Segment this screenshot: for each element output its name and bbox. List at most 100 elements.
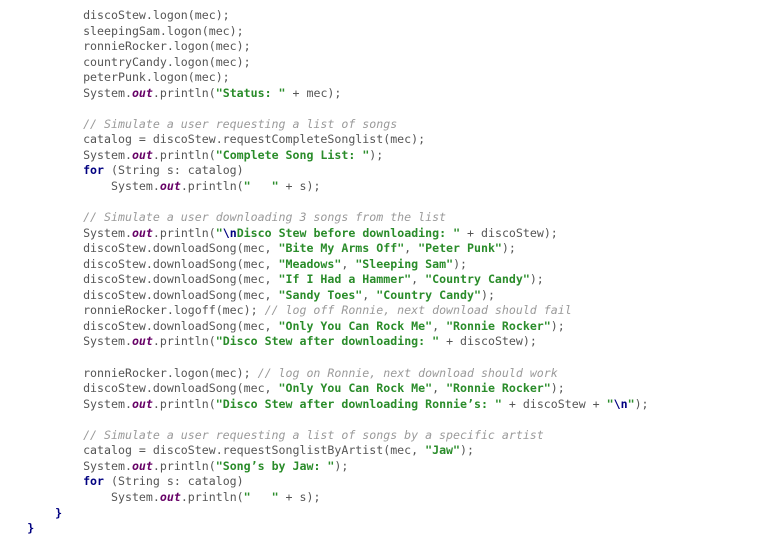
code-line: } [0, 506, 777, 522]
token-plain: (String s: catalog) [104, 474, 244, 489]
token-string: Disco Stew before downloading: " [236, 225, 461, 240]
token-plain: .println( [152, 225, 216, 240]
token-plain: ); [480, 287, 495, 302]
token-string: "Sleeping Sam" [355, 256, 454, 271]
token-plain: .println( [152, 334, 216, 349]
token-plain: + discoStew); [460, 225, 558, 240]
token-string: "Country Candy" [425, 272, 530, 287]
token-string: "Bite My Arms Off" [278, 241, 405, 256]
code-line: discoStew.downloadSong(mec, "Only You Ca… [0, 381, 777, 397]
token-plain: catalog = discoStew.requestSonglistByArt… [83, 443, 426, 458]
token-string: "Only You Can Rock Me" [278, 318, 433, 333]
token-plain: , [404, 241, 419, 256]
token-plain: ); [634, 396, 649, 411]
token-field: out [131, 225, 153, 240]
token-plain: System. [83, 396, 132, 411]
token-keyword: for [83, 474, 105, 489]
code-line: System.out.println("Disco Stew after dow… [0, 397, 777, 413]
token-plain: discoStew.downloadSong(mec, [83, 287, 279, 302]
token-plain: + discoStew); [439, 334, 537, 349]
token-plain: .println( [180, 489, 244, 504]
code-line: catalog = discoStew.requestCompleteSongl… [0, 132, 777, 148]
code-line: ronnieRocker.logon(mec); [0, 39, 777, 55]
token-string: "Country Candy" [376, 287, 481, 302]
token-plain: System. [83, 225, 132, 240]
code-line: // Simulate a user requesting a list of … [0, 117, 777, 133]
token-plain: ronnieRocker.logon(mec); [83, 39, 251, 54]
token-plain: discoStew.downloadSong(mec, [83, 381, 279, 396]
token-plain: sleepingSam.logon(mec); [83, 23, 244, 38]
token-plain: System. [111, 179, 160, 194]
code-line: sleepingSam.logon(mec); [0, 24, 777, 40]
token-plain: ); [334, 458, 349, 473]
code-line: discoStew.downloadSong(mec, "Sandy Toes"… [0, 288, 777, 304]
code-line: countryCandy.logon(mec); [0, 55, 777, 71]
token-comment: // log off Ronnie, next download should … [264, 303, 572, 318]
token-plain: ); [453, 256, 468, 271]
token-plain: , [432, 381, 447, 396]
token-plain: discoStew.logon(mec); [83, 8, 230, 22]
token-string: " " [243, 179, 279, 194]
token-plain: System. [83, 334, 132, 349]
token-field: out [131, 396, 153, 411]
token-string: "Peter Punk" [418, 241, 502, 256]
token-plain: , [362, 287, 377, 302]
token-plain: + mec); [285, 85, 342, 100]
token-string: "Status: " [215, 85, 286, 100]
token-plain: ); [369, 147, 384, 162]
token-brace: } [55, 505, 63, 520]
token-field: out [131, 334, 153, 349]
token-string: "Sandy Toes" [278, 287, 363, 302]
code-line: for (String s: catalog) [0, 474, 777, 490]
token-plain: System. [111, 489, 160, 504]
token-plain: + discoStew + [501, 396, 607, 411]
token-comment: // Simulate a user requesting a list of … [83, 427, 544, 442]
code-line: // Simulate a user downloading 3 songs f… [0, 210, 777, 226]
token-plain: , [432, 318, 447, 333]
code-line: peterPunk.logon(mec); [0, 70, 777, 86]
token-string: "Meadows" [278, 256, 342, 271]
token-string: " " [243, 489, 279, 504]
token-string: "Only You Can Rock Me" [278, 381, 433, 396]
token-escape: \n [613, 396, 628, 411]
token-plain: System. [83, 147, 132, 162]
code-line: ronnieRocker.logon(mec); // log on Ronni… [0, 366, 777, 382]
token-comment: // log on Ronnie, next download should w… [257, 365, 558, 380]
token-escape: \n [222, 225, 237, 240]
token-field: out [131, 85, 153, 100]
token-plain: ); [460, 443, 474, 458]
code-listing: discoStew.logon(mec); sleepingSam.logon(… [0, 0, 777, 540]
token-field: out [131, 458, 153, 473]
code-line: discoStew.downloadSong(mec, "Meadows", "… [0, 257, 777, 273]
token-string: "If I Had a Hammer" [278, 272, 412, 287]
token-plain: peterPunk.logon(mec); [83, 70, 230, 85]
token-plain: (String s: catalog) [104, 163, 244, 178]
token-plain: ); [501, 241, 516, 256]
code-line: System.out.println("Status: " + mec); [0, 86, 777, 102]
token-string: "Ronnie Rocker" [446, 318, 551, 333]
